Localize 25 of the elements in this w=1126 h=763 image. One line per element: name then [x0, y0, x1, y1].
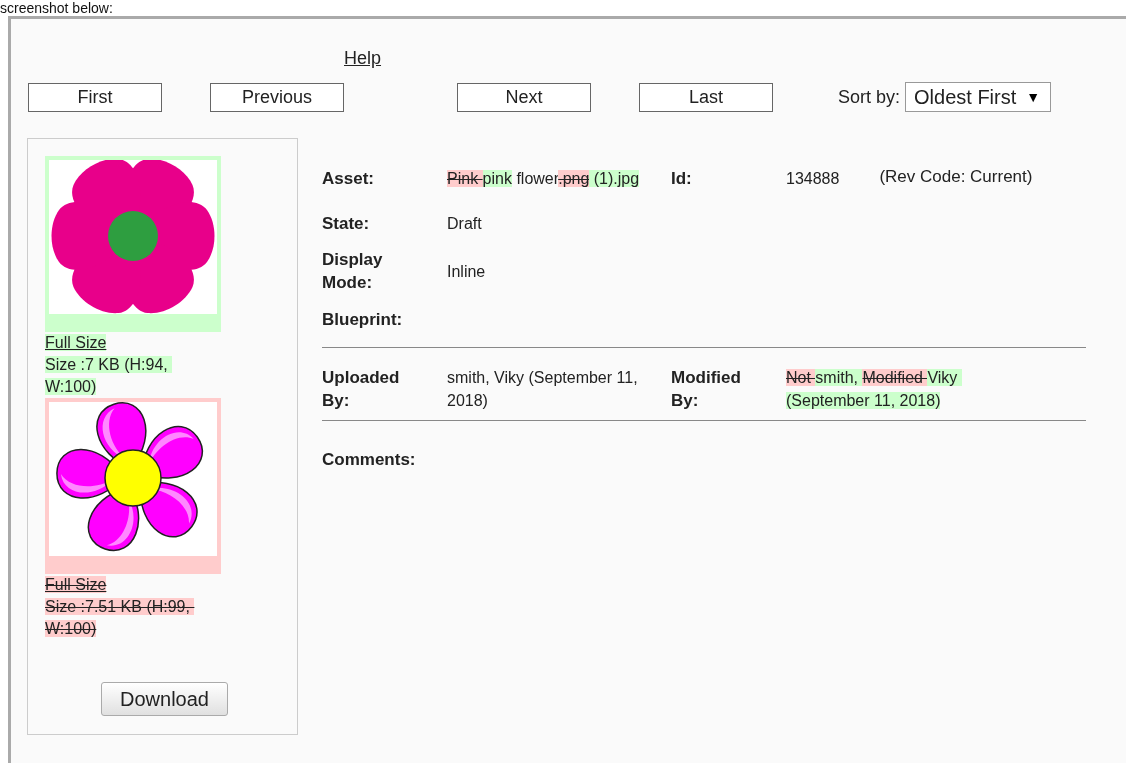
field-label: State: — [322, 212, 371, 235]
field-value: Pink pink flower.png (1).jpg — [447, 168, 640, 189]
nav-button[interactable]: First — [28, 82, 162, 112]
field-label: Comments: — [322, 448, 417, 471]
field-value: smith, Viky (September 11, 2018) — [447, 368, 639, 411]
field-value: Draft — [447, 213, 482, 234]
full-size-link[interactable]: Full Size — [45, 576, 107, 593]
field-label: Uploaded By: — [322, 367, 401, 412]
field-label: Modified By: — [671, 367, 742, 412]
full-size-link[interactable]: Full Size — [45, 334, 107, 351]
nav-button[interactable]: Next — [457, 82, 591, 112]
field-label: Id: — [671, 167, 693, 190]
field-value: Inline — [447, 261, 486, 282]
field-value: 134888 — [786, 168, 840, 189]
field-label: Asset: — [322, 167, 375, 190]
nav-button[interactable]: Last — [639, 82, 773, 112]
field-label: Blueprint: — [322, 308, 404, 331]
caption-text: screenshot below: — [0, 0, 113, 16]
help-link[interactable]: Help — [344, 47, 382, 69]
nav-button[interactable]: Previous — [210, 82, 344, 112]
field-label: Display Mode: — [322, 249, 384, 294]
sort-dropdown[interactable]: Oldest First ▼ — [905, 82, 1052, 112]
sort-label: Sort by: — [838, 86, 901, 108]
rev-code-text: (Rev Code: Current) — [879, 166, 1033, 188]
download-button[interactable]: Download — [101, 682, 228, 716]
